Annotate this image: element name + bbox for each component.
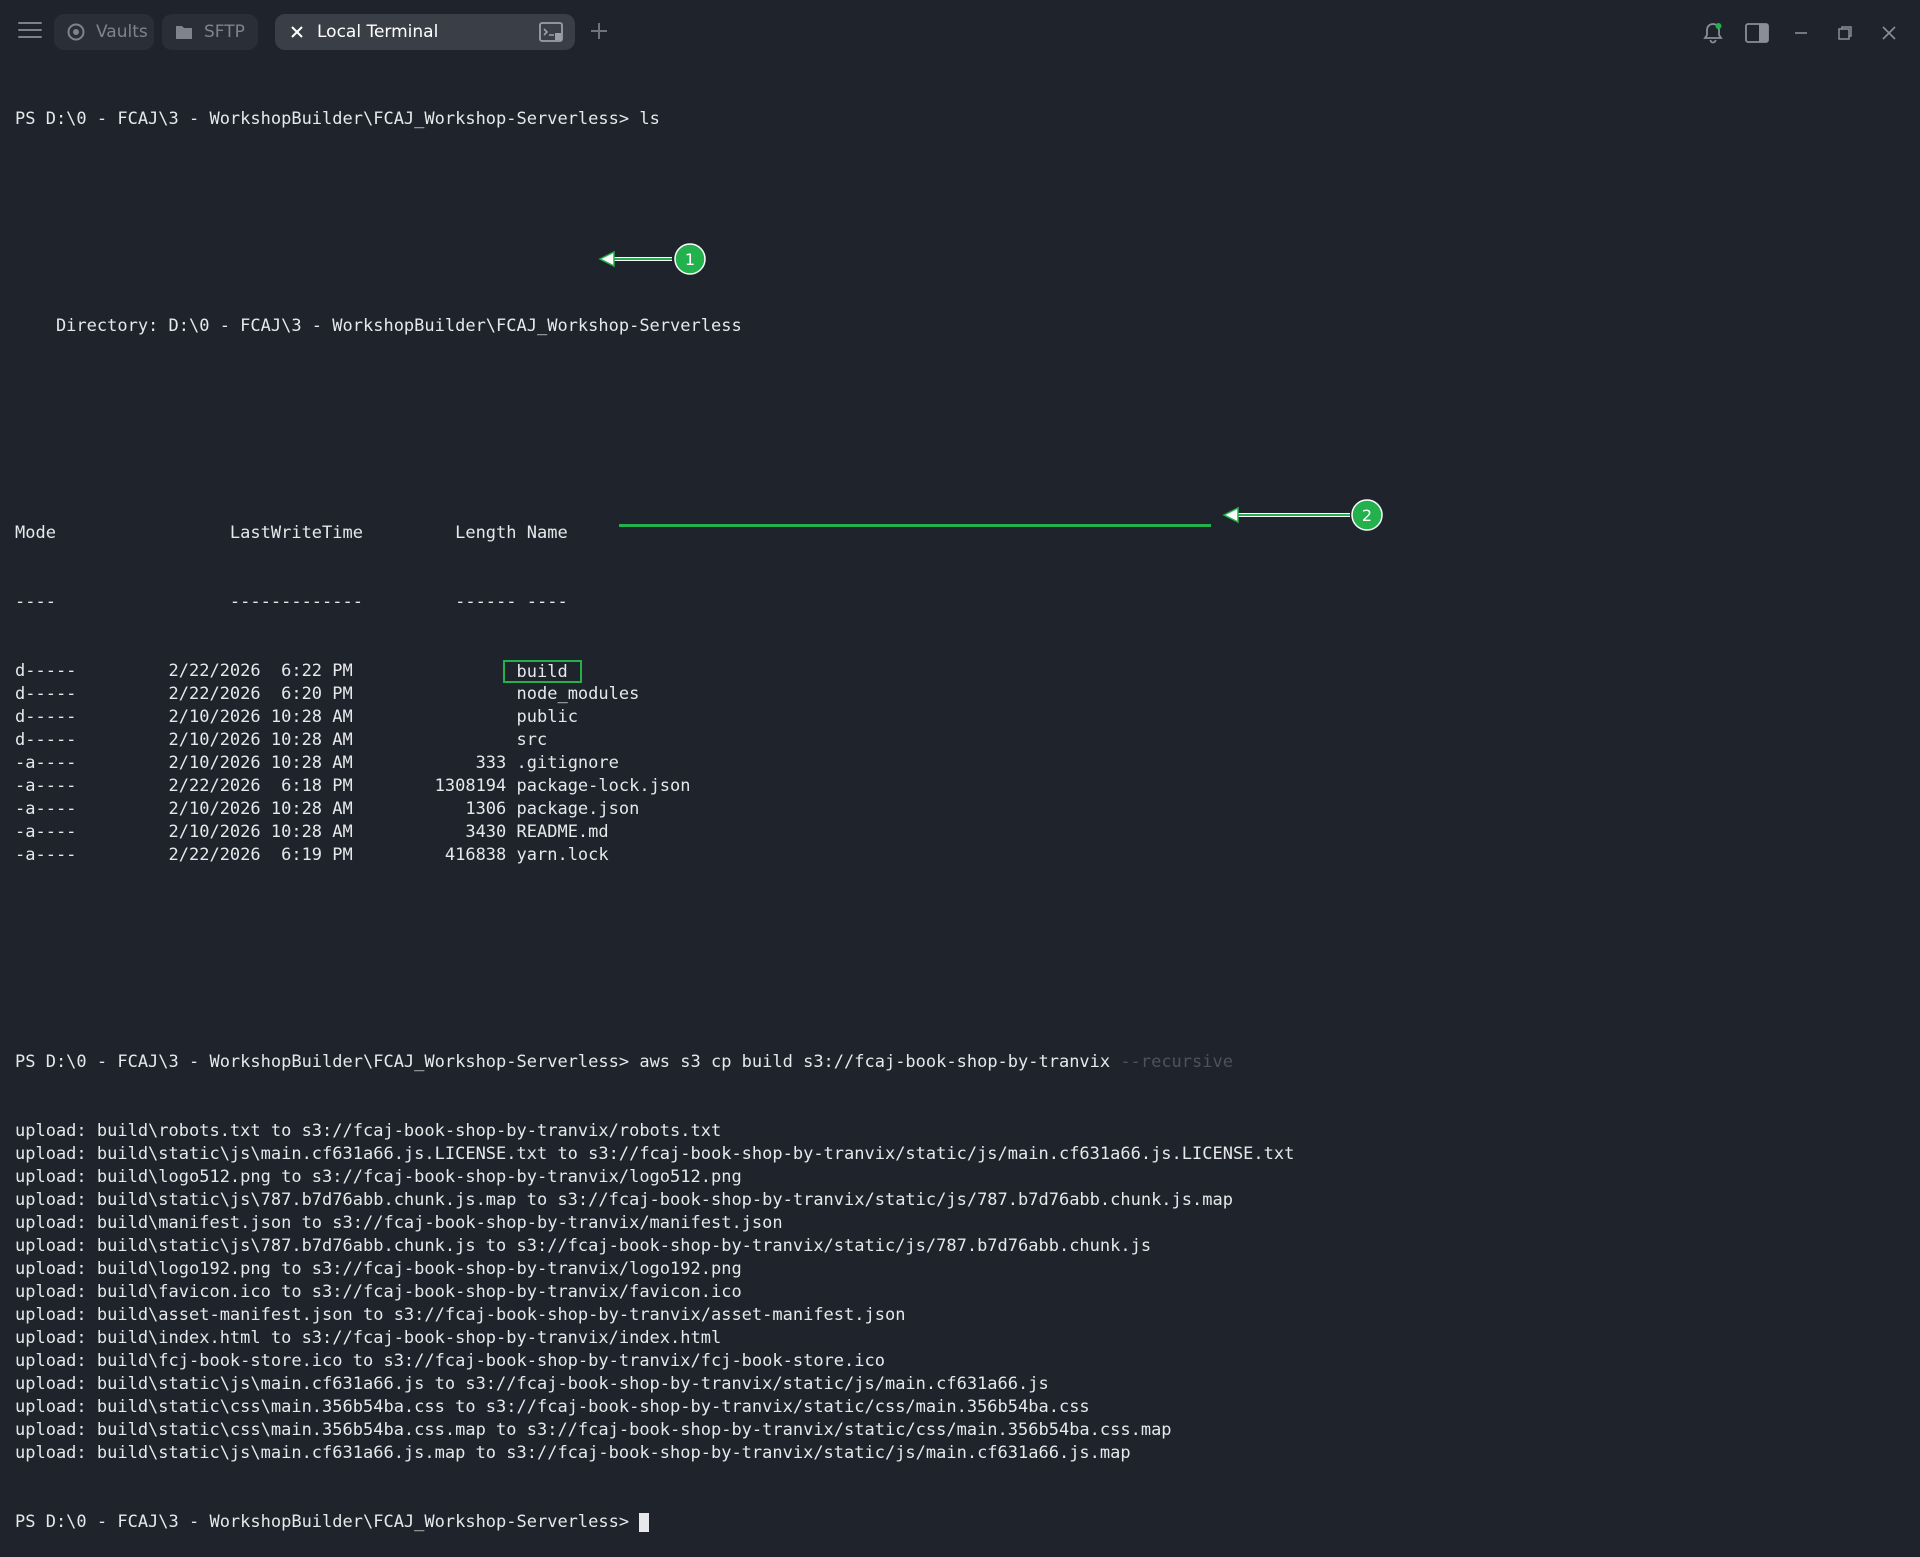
hamburger-menu-icon[interactable] [18, 22, 42, 42]
autosuggestion: --recursive [1110, 1052, 1233, 1072]
close-icon[interactable] [287, 22, 307, 42]
listing-row: d----- 2/10/2026 10:28 AM src [15, 729, 1905, 752]
vault-icon [66, 22, 86, 42]
row-meta: d----- 2/22/2026 6:20 PM [15, 684, 517, 704]
row-name: package-lock.json [516, 776, 691, 796]
listing-header: Mode LastWriteTime Length Name [15, 523, 568, 543]
row-meta: d----- 2/10/2026 10:28 AM [15, 730, 517, 750]
row-meta: -a---- 2/10/2026 10:28 AM 1306 [15, 799, 517, 819]
prompt: PS D:\0 - FCAJ\3 - WorkshopBuilder\FCAJ_… [15, 1052, 640, 1072]
highlighted-build-folder: build [502, 660, 582, 683]
listing-row: d----- 2/22/2026 6:22 PM build [15, 660, 1905, 683]
row-name: yarn.lock [516, 845, 609, 865]
upload-line: upload: build\static\js\main.cf631a66.js… [15, 1443, 1131, 1463]
upload-line: upload: build\logo512.png to s3://fcaj-b… [15, 1167, 742, 1187]
row-name: README.md [516, 822, 609, 842]
command-aws-s3-cp: aws s3 cp build s3://fcaj-book-shop-by-t… [639, 1052, 1111, 1072]
upload-line: upload: build\index.html to s3://fcaj-bo… [15, 1328, 722, 1348]
sidebar-toggle-icon[interactable] [1744, 20, 1770, 46]
listing-row: -a---- 2/22/2026 6:19 PM 416838 yarn.loc… [15, 844, 1905, 867]
tab-label: Local Terminal [317, 22, 439, 42]
tab-vaults[interactable]: Vaults [54, 14, 154, 50]
tab-label: Vaults [96, 22, 148, 42]
command-ls: ls [639, 109, 660, 129]
prompt-line: PS D:\0 - FCAJ\3 - WorkshopBuilder\FCAJ_… [15, 1511, 1905, 1534]
title-bar: Vaults SFTP Local Terminal [0, 0, 1920, 64]
prompt-line: PS D:\0 - FCAJ\3 - WorkshopBuilder\FCAJ_… [15, 1051, 1905, 1074]
directory-listing: d----- 2/22/2026 6:22 PM build d----- 2/2… [15, 660, 1905, 867]
row-meta: -a---- 2/10/2026 10:28 AM 333 [15, 753, 517, 773]
tab-label: SFTP [204, 22, 245, 42]
upload-line: upload: build\robots.txt to s3://fcaj-bo… [15, 1121, 722, 1141]
upload-line: upload: build\static\js\main.cf631a66.js… [15, 1374, 1049, 1394]
terminal-output[interactable]: PS D:\0 - FCAJ\3 - WorkshopBuilder\FCAJ_… [15, 62, 1905, 1532]
row-name: node_modules [516, 684, 640, 704]
terminal-split-icon[interactable] [539, 22, 563, 42]
window-close-icon[interactable] [1876, 20, 1902, 46]
row-meta: -a---- 2/22/2026 6:19 PM 416838 [15, 845, 517, 865]
plus-icon[interactable] [587, 19, 611, 43]
tab-sftp[interactable]: SFTP [162, 14, 258, 50]
prompt: PS D:\0 - FCAJ\3 - WorkshopBuilder\FCAJ_… [15, 1512, 640, 1532]
upload-line: upload: build\fcj-book-store.ico to s3:/… [15, 1351, 885, 1371]
directory-line: Directory: D:\0 - FCAJ\3 - WorkshopBuild… [15, 316, 742, 336]
upload-line: upload: build\static\js\787.b7d76abb.chu… [15, 1190, 1233, 1210]
upload-log: upload: build\robots.txt to s3://fcaj-bo… [15, 1120, 1905, 1465]
row-meta: -a---- 2/10/2026 10:28 AM 3430 [15, 822, 517, 842]
restore-icon[interactable] [1832, 20, 1858, 46]
upload-line: upload: build\asset-manifest.json to s3:… [15, 1305, 906, 1325]
minimize-icon[interactable] [1788, 20, 1814, 46]
upload-line: upload: build\static\css\main.356b54ba.c… [15, 1397, 1090, 1417]
bell-icon[interactable] [1700, 20, 1726, 46]
listing-row: -a---- 2/10/2026 10:28 AM 3430 README.md [15, 821, 1905, 844]
row-name: public [516, 707, 578, 727]
listing-row: d----- 2/10/2026 10:28 AM public [15, 706, 1905, 729]
listing-row: -a---- 2/10/2026 10:28 AM 1306 package.j… [15, 798, 1905, 821]
row-meta: d----- 2/10/2026 10:28 AM [15, 707, 517, 727]
tab-local-terminal[interactable]: Local Terminal [275, 14, 575, 50]
upload-line: upload: build\logo192.png to s3://fcaj-b… [15, 1259, 742, 1279]
upload-line: upload: build\static\css\main.356b54ba.c… [15, 1420, 1172, 1440]
upload-line: upload: build\static\js\main.cf631a66.js… [15, 1144, 1295, 1164]
row-meta: -a---- 2/22/2026 6:18 PM 1308194 [15, 776, 517, 796]
listing-row: -a---- 2/10/2026 10:28 AM 333 .gitignore [15, 752, 1905, 775]
upload-line: upload: build\static\js\787.b7d76abb.chu… [15, 1236, 1152, 1256]
listing-row: -a---- 2/22/2026 6:18 PM 1308194 package… [15, 775, 1905, 798]
text-cursor [639, 1512, 650, 1532]
row-name: package.json [516, 799, 640, 819]
upload-line: upload: build\favicon.ico to s3://fcaj-b… [15, 1282, 742, 1302]
listing-row: d----- 2/22/2026 6:20 PM node_modules [15, 683, 1905, 706]
folder-icon [174, 22, 194, 42]
row-name: src [516, 730, 548, 750]
upload-line: upload: build\manifest.json to s3://fcaj… [15, 1213, 783, 1233]
listing-separator: ---- ------------- ------ ---- [15, 592, 568, 612]
prompt: PS D:\0 - FCAJ\3 - WorkshopBuilder\FCAJ_… [15, 109, 640, 129]
prompt-line: PS D:\0 - FCAJ\3 - WorkshopBuilder\FCAJ_… [15, 108, 1905, 131]
row-name: .gitignore [516, 753, 619, 773]
row-meta: d----- 2/22/2026 6:22 PM [15, 661, 517, 681]
